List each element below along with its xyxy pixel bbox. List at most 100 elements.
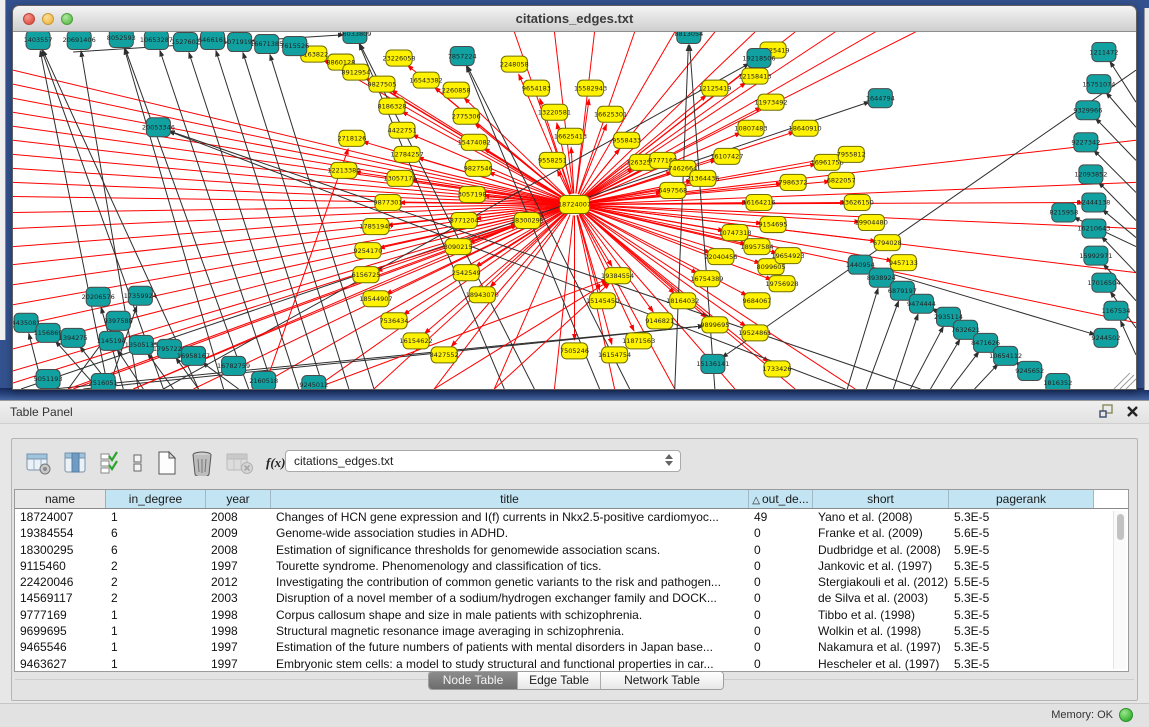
cell-title[interactable]: Estimation of significance thresholds fo… [271, 542, 749, 558]
cell-pagerank[interactable]: 5.3E-5 [949, 590, 1094, 606]
cell-year[interactable]: 2003 [206, 590, 271, 606]
cell-out_de[interactable]: 0 [749, 558, 813, 574]
cell-in_degree[interactable]: 1 [106, 607, 206, 623]
cell-pagerank[interactable]: 5.3E-5 [949, 639, 1094, 655]
table-row[interactable]: 1872400712008Changes of HCN gene express… [15, 509, 1128, 525]
column-header-name[interactable]: name [15, 490, 106, 508]
cell-name[interactable]: 9777169 [15, 607, 106, 623]
cell-out_de[interactable]: 49 [749, 509, 813, 525]
node-table[interactable]: namein_degreeyeartitle△out_de...shortpag… [14, 489, 1129, 672]
cell-short[interactable]: Nakamura et al. (1997) [813, 639, 949, 655]
cell-year[interactable]: 1998 [206, 607, 271, 623]
cell-in_degree[interactable]: 1 [106, 639, 206, 655]
table-chooser-dropdown[interactable]: citations_edges.txt [285, 450, 681, 472]
cell-out_de[interactable]: 0 [749, 542, 813, 558]
column-header-in_degree[interactable]: in_degree [106, 490, 206, 508]
cell-pagerank[interactable]: 5.3E-5 [949, 558, 1094, 574]
cell-name[interactable]: 9115460 [15, 558, 106, 574]
column-header-out_de[interactable]: △out_de... [749, 490, 813, 508]
cell-year[interactable]: 2008 [206, 509, 271, 525]
cell-in_degree[interactable]: 6 [106, 542, 206, 558]
cell-pagerank[interactable]: 5.3E-5 [949, 656, 1094, 672]
cell-title[interactable]: Genome-wide association studies in ADHD. [271, 525, 749, 541]
cell-year[interactable]: 2012 [206, 574, 271, 590]
cell-name[interactable]: 18300295 [15, 542, 106, 558]
table-scrollbar[interactable] [1113, 511, 1126, 669]
cell-in_degree[interactable]: 2 [106, 558, 206, 574]
cell-in_degree[interactable]: 6 [106, 525, 206, 541]
column-header-title[interactable]: title [271, 490, 749, 508]
table-row[interactable]: 1830029562008Estimation of significance … [15, 542, 1128, 558]
table-scrollbar-thumb[interactable] [1117, 514, 1124, 540]
cell-title[interactable]: Tourette syndrome. Phenomenology and cla… [271, 558, 749, 574]
cell-title[interactable]: Estimation of the future numbers of pati… [271, 639, 749, 655]
rows-icon[interactable] [132, 451, 144, 475]
cell-year[interactable]: 1997 [206, 558, 271, 574]
cell-pagerank[interactable]: 5.3E-5 [949, 607, 1094, 623]
table-row[interactable]: 1938455462009Genome-wide association stu… [15, 525, 1128, 541]
table-row[interactable]: 911546021997Tourette syndrome. Phenomeno… [15, 558, 1128, 574]
table-row[interactable]: 2242004622012Investigating the contribut… [15, 574, 1128, 590]
table-row[interactable]: 977716911998Corpus callosum shape and si… [15, 607, 1128, 623]
tab-edge-table[interactable]: Edge Table [518, 672, 601, 689]
cell-in_degree[interactable]: 2 [106, 574, 206, 590]
table-row[interactable]: 946554611997Estimation of the future num… [15, 639, 1128, 655]
cell-short[interactable]: Tibbo et al. (1998) [813, 607, 949, 623]
column-header-short[interactable]: short [813, 490, 949, 508]
cell-title[interactable]: Investigating the contribution of common… [271, 574, 749, 590]
cell-name[interactable]: 9699695 [15, 623, 106, 639]
table-settings-icon[interactable] [26, 451, 52, 475]
canvas-resize-grip[interactable] [1114, 373, 1136, 389]
cell-name[interactable]: 18724007 [15, 509, 106, 525]
cell-name[interactable]: 14569117 [15, 590, 106, 606]
cell-pagerank[interactable]: 5.5E-5 [949, 574, 1094, 590]
cell-title[interactable]: Corpus callosum shape and size in male p… [271, 607, 749, 623]
cell-out_de[interactable]: 0 [749, 574, 813, 590]
close-panel-icon[interactable] [1126, 405, 1139, 418]
cell-short[interactable]: Franke et al. (2009) [813, 525, 949, 541]
cell-pagerank[interactable]: 5.3E-5 [949, 509, 1094, 525]
delete-table-icon[interactable] [226, 451, 254, 475]
cell-year[interactable]: 2008 [206, 542, 271, 558]
cell-title[interactable]: Disruption of a novel member of a sodium… [271, 590, 749, 606]
cell-title[interactable]: Structural magnetic resonance image aver… [271, 623, 749, 639]
table-row[interactable]: 946362711997Embryonic stem cells: a mode… [15, 656, 1128, 672]
select-rows-icon[interactable] [100, 451, 120, 475]
float-panel-icon[interactable] [1099, 404, 1114, 418]
cell-out_de[interactable]: 0 [749, 525, 813, 541]
cell-out_de[interactable]: 0 [749, 623, 813, 639]
cell-title[interactable]: Changes of HCN gene expression and I(f) … [271, 509, 749, 525]
network-graph[interactable]: 1872400771638228860128891295423226058982… [13, 32, 1136, 389]
cell-short[interactable]: de Silva et al. (2003) [813, 590, 949, 606]
cell-pagerank[interactable]: 5.9E-5 [949, 542, 1094, 558]
new-file-icon[interactable] [156, 450, 178, 476]
cell-out_de[interactable]: 0 [749, 639, 813, 655]
column-header-pagerank[interactable]: pagerank [949, 490, 1094, 508]
cell-year[interactable]: 1997 [206, 656, 271, 672]
cell-short[interactable]: Yano et al. (2008) [813, 509, 949, 525]
cell-short[interactable]: Hescheler et al. (1997) [813, 656, 949, 672]
column-header-year[interactable]: year [206, 490, 271, 508]
table-columns-icon[interactable] [64, 451, 88, 475]
cell-name[interactable]: 9465546 [15, 639, 106, 655]
cell-name[interactable]: 22420046 [15, 574, 106, 590]
cell-in_degree[interactable]: 1 [106, 656, 206, 672]
cell-short[interactable]: Stergiakouli et al. (2012) [813, 574, 949, 590]
table-row[interactable]: 969969511998Structural magnetic resonanc… [15, 623, 1128, 639]
network-canvas[interactable]: 1872400771638228860128891295423226058982… [13, 32, 1136, 389]
cell-year[interactable]: 2009 [206, 525, 271, 541]
cell-in_degree[interactable]: 1 [106, 623, 206, 639]
tab-network-table[interactable]: Network Table [601, 672, 723, 689]
cell-title[interactable]: Embryonic stem cells: a model to study s… [271, 656, 749, 672]
cell-short[interactable]: Jankovic et al. (1997) [813, 558, 949, 574]
window-titlebar[interactable]: citations_edges.txt [13, 6, 1136, 32]
cell-short[interactable]: Wolkin et al. (1998) [813, 623, 949, 639]
table-row[interactable]: 1456911722003Disruption of a novel membe… [15, 590, 1128, 606]
table-body[interactable]: 1872400712008Changes of HCN gene express… [15, 509, 1128, 672]
cell-year[interactable]: 1998 [206, 623, 271, 639]
cell-in_degree[interactable]: 1 [106, 509, 206, 525]
trash-icon[interactable] [190, 450, 214, 476]
table-header-row[interactable]: namein_degreeyeartitle△out_de...shortpag… [15, 490, 1128, 509]
tab-node-table[interactable]: Node Table [429, 672, 518, 689]
function-builder-icon[interactable]: f(x) [266, 455, 286, 471]
